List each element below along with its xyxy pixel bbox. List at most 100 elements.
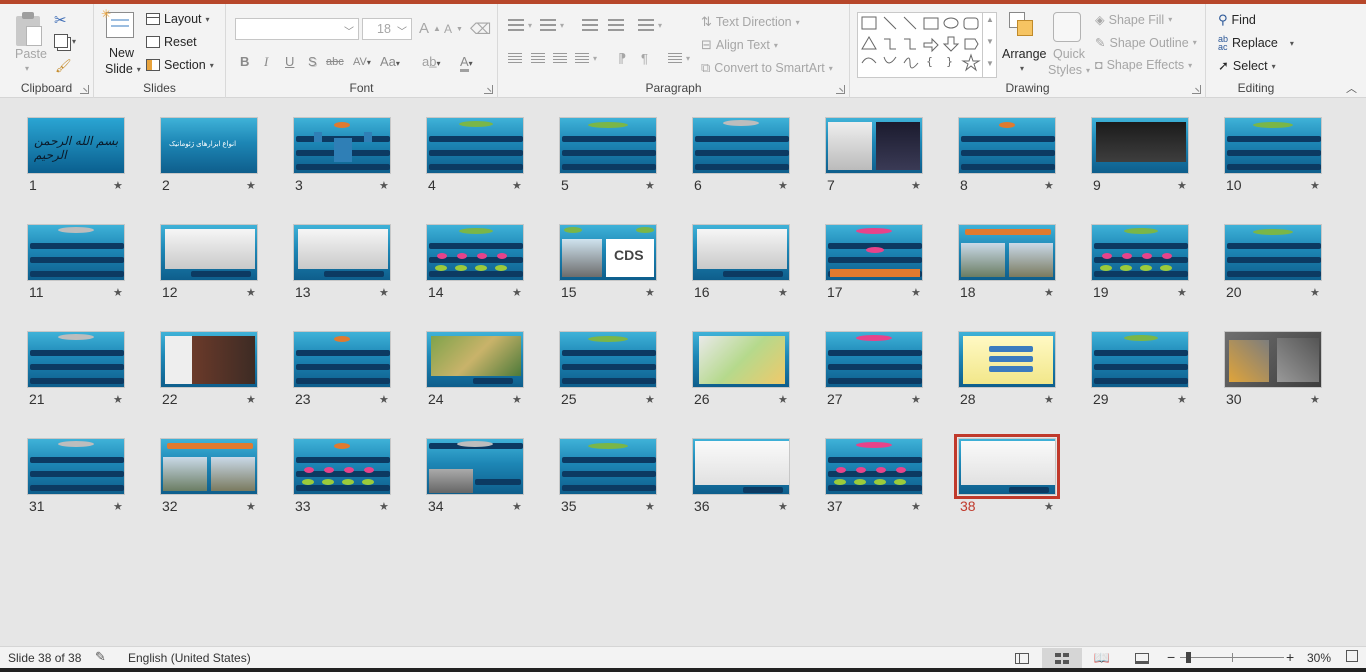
- reading-view-button[interactable]: 📖: [1082, 648, 1122, 668]
- slide-show-button[interactable]: [1122, 648, 1162, 668]
- underline-button[interactable]: U: [285, 54, 294, 69]
- fit-to-window-button[interactable]: [1346, 650, 1358, 665]
- transition-star-icon[interactable]: ★: [645, 179, 655, 192]
- zoom-in-button[interactable]: +: [1286, 649, 1294, 665]
- font-name-combobox[interactable]: ﹀: [235, 18, 359, 40]
- slide-thumbnail[interactable]: [825, 224, 923, 281]
- shapes-gallery-scroll[interactable]: ▲ ▼ ▼: [982, 13, 996, 77]
- slide-thumbnail[interactable]: [692, 224, 790, 281]
- slide-thumbnail[interactable]: [426, 331, 524, 388]
- character-spacing-button[interactable]: AV▾: [353, 56, 371, 68]
- slide-thumbnail[interactable]: [825, 117, 923, 174]
- transition-star-icon[interactable]: ★: [1310, 393, 1320, 406]
- change-case-button[interactable]: Aa▾: [380, 54, 400, 69]
- slide-thumbnail[interactable]: [1091, 117, 1189, 174]
- slide-thumbnail[interactable]: [426, 117, 524, 174]
- transition-star-icon[interactable]: ★: [379, 286, 389, 299]
- slide-thumbnail[interactable]: [559, 331, 657, 388]
- align-text-button[interactable]: ⊟ Align Text ▾: [701, 37, 778, 53]
- slide-thumbnail[interactable]: [293, 331, 391, 388]
- transition-star-icon[interactable]: ★: [911, 393, 921, 406]
- normal-view-button[interactable]: [1002, 648, 1042, 668]
- convert-smartart-button[interactable]: ⧉ Convert to SmartArt ▾: [701, 60, 833, 76]
- font-color-button[interactable]: A▾: [460, 54, 473, 72]
- zoom-slider-thumb[interactable]: [1186, 652, 1191, 663]
- transition-star-icon[interactable]: ★: [1177, 393, 1187, 406]
- section-button[interactable]: Section ▾: [146, 58, 214, 72]
- grow-font-button[interactable]: A ▲: [419, 20, 441, 37]
- increase-indent-button[interactable]: [608, 19, 624, 31]
- slide-thumbnail[interactable]: [293, 224, 391, 281]
- paste-dropdown[interactable]: ▾: [25, 64, 29, 73]
- new-slide-icon[interactable]: ✳: [101, 7, 134, 38]
- transition-star-icon[interactable]: ★: [246, 393, 256, 406]
- shape-outline-button[interactable]: ✎ Shape Outline ▾: [1095, 35, 1197, 51]
- transition-star-icon[interactable]: ★: [778, 500, 788, 513]
- clear-formatting-button[interactable]: ⌫: [470, 20, 491, 38]
- slide-thumbnail[interactable]: CDS: [559, 224, 657, 281]
- bold-button[interactable]: B: [240, 54, 249, 69]
- transition-star-icon[interactable]: ★: [512, 500, 522, 513]
- transition-star-icon[interactable]: ★: [379, 179, 389, 192]
- transition-star-icon[interactable]: ★: [911, 179, 921, 192]
- slide-thumbnail[interactable]: [160, 438, 258, 495]
- slide-thumbnail[interactable]: [958, 331, 1056, 388]
- slide-thumbnail[interactable]: [160, 224, 258, 281]
- transition-star-icon[interactable]: ★: [911, 500, 921, 513]
- transition-star-icon[interactable]: ★: [1044, 179, 1054, 192]
- transition-star-icon[interactable]: ★: [512, 286, 522, 299]
- transition-star-icon[interactable]: ★: [1044, 500, 1054, 513]
- transition-star-icon[interactable]: ★: [113, 393, 123, 406]
- text-direction-button[interactable]: ⇅ Text Direction ▾: [701, 14, 800, 30]
- zoom-level[interactable]: 30%: [1307, 651, 1331, 665]
- transition-star-icon[interactable]: ★: [1310, 179, 1320, 192]
- slide-thumbnail[interactable]: [426, 224, 524, 281]
- italic-button[interactable]: I: [264, 54, 268, 70]
- cut-button[interactable]: ✂: [54, 11, 67, 29]
- slide-thumbnail[interactable]: [692, 438, 790, 495]
- transition-star-icon[interactable]: ★: [645, 286, 655, 299]
- slide-thumbnail[interactable]: [1091, 224, 1189, 281]
- slide-thumbnail[interactable]: انواع ابزارهای ژئوماتیک: [160, 117, 258, 174]
- shape-fill-button[interactable]: ◈ Shape Fill ▾: [1095, 12, 1172, 28]
- slide-thumbnail[interactable]: [692, 331, 790, 388]
- bullets-button[interactable]: ▾: [508, 19, 532, 31]
- reset-button[interactable]: Reset: [146, 35, 197, 49]
- align-center-button[interactable]: [531, 53, 545, 64]
- ltr-button[interactable]: ⁋: [618, 51, 626, 67]
- clipboard-launcher[interactable]: [80, 85, 89, 94]
- font-size-combobox[interactable]: 18 ﹀: [362, 18, 412, 40]
- transition-star-icon[interactable]: ★: [246, 179, 256, 192]
- slide-thumbnail[interactable]: [1224, 224, 1322, 281]
- align-left-button[interactable]: [508, 53, 522, 64]
- transition-star-icon[interactable]: ★: [113, 179, 123, 192]
- transition-star-icon[interactable]: ★: [379, 500, 389, 513]
- shape-effects-button[interactable]: ◘ Shape Effects ▾: [1095, 58, 1192, 72]
- transition-star-icon[interactable]: ★: [1177, 286, 1187, 299]
- line-spacing-button[interactable]: ▾: [638, 19, 662, 31]
- slide-thumbnail[interactable]: [293, 438, 391, 495]
- transition-star-icon[interactable]: ★: [778, 179, 788, 192]
- transition-star-icon[interactable]: ★: [778, 393, 788, 406]
- transition-star-icon[interactable]: ★: [1177, 179, 1187, 192]
- transition-star-icon[interactable]: ★: [512, 393, 522, 406]
- paste-icon[interactable]: [14, 12, 44, 48]
- shapes-gallery[interactable]: {} ▲ ▼ ▼: [857, 12, 997, 78]
- align-right-button[interactable]: [553, 53, 567, 64]
- numbering-button[interactable]: ▾: [540, 19, 564, 31]
- slide-thumbnail[interactable]: [559, 117, 657, 174]
- drawing-launcher[interactable]: [1192, 85, 1201, 94]
- transition-star-icon[interactable]: ★: [1044, 393, 1054, 406]
- slide-thumbnail[interactable]: [1224, 117, 1322, 174]
- collapse-ribbon-button[interactable]: ︿: [1346, 80, 1357, 96]
- transition-star-icon[interactable]: ★: [113, 286, 123, 299]
- slide-thumbnail[interactable]: [954, 434, 1060, 499]
- new-slide-button[interactable]: New: [109, 46, 134, 60]
- slide-thumbnail[interactable]: [1224, 331, 1322, 388]
- select-button[interactable]: ➚ Select ▾: [1218, 58, 1276, 74]
- language-indicator[interactable]: English (United States): [128, 651, 251, 665]
- find-button[interactable]: ⚲ Find: [1218, 12, 1256, 28]
- transition-star-icon[interactable]: ★: [512, 179, 522, 192]
- font-launcher[interactable]: [484, 85, 493, 94]
- transition-star-icon[interactable]: ★: [911, 286, 921, 299]
